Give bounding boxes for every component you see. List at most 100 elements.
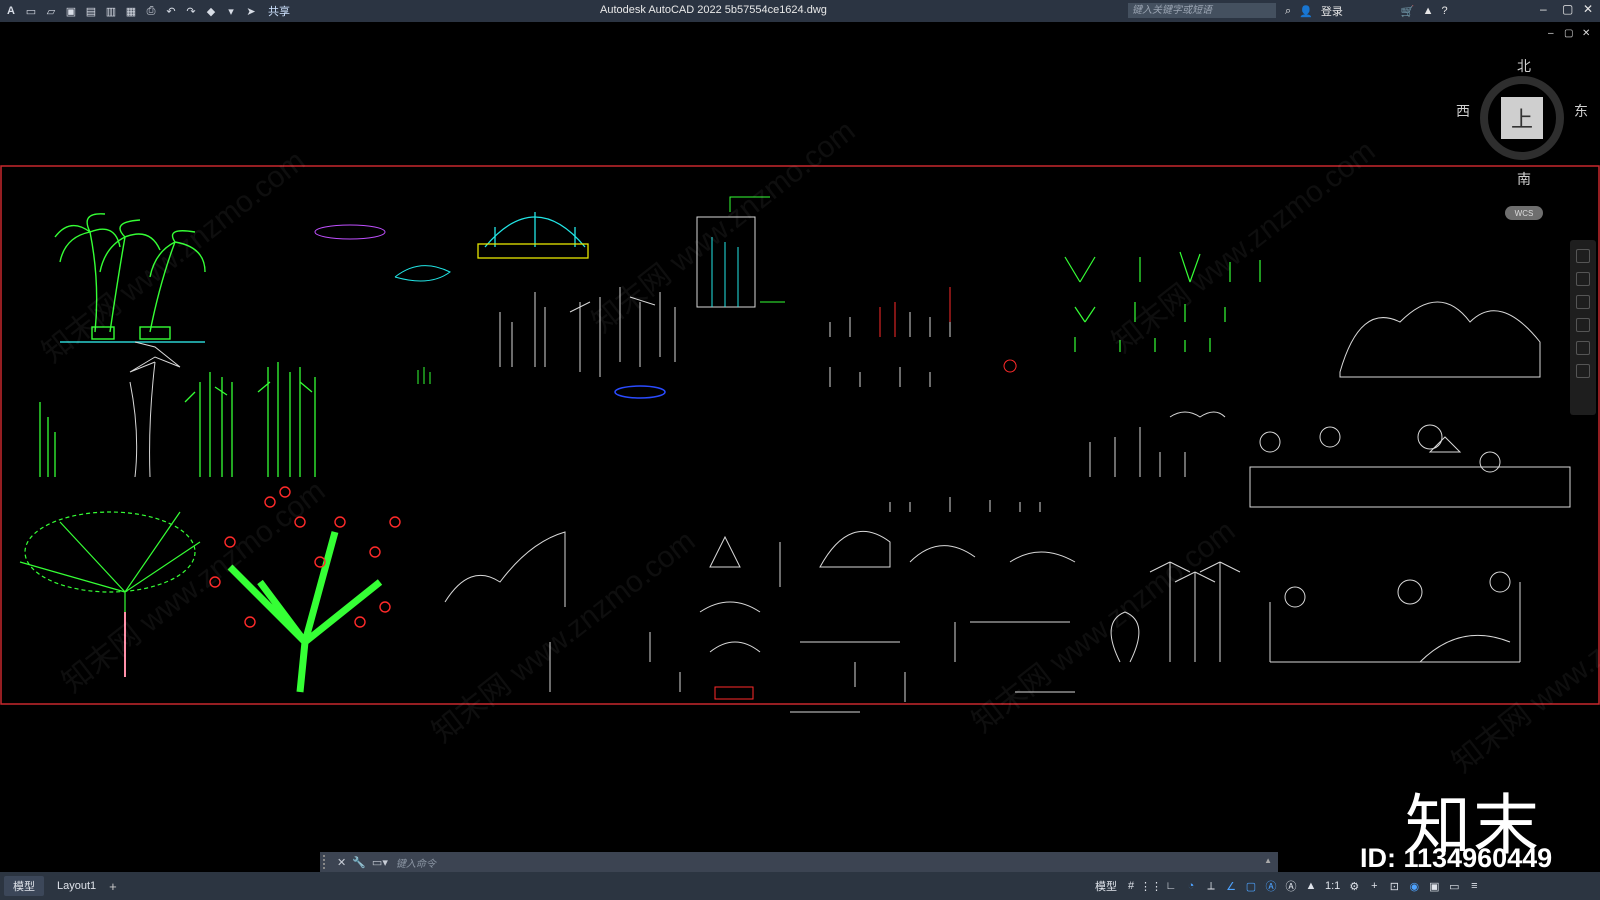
- cad-drawing: [0, 165, 1600, 713]
- window-title: Autodesk AutoCAD 2022 5b57554ce1624.dwg: [600, 4, 827, 16]
- purple-shrub: [314, 224, 386, 240]
- compass-north[interactable]: 北: [1517, 56, 1531, 76]
- palm-elevation-white: [1110, 561, 1241, 663]
- grid-icon[interactable]: #: [1125, 880, 1137, 892]
- landscape-elevation-2: [1249, 424, 1571, 508]
- object-snap-tracking-icon[interactable]: ∠: [1225, 880, 1237, 893]
- user-icon[interactable]: 👤: [1299, 5, 1313, 18]
- polar-tracking-icon[interactable]: ◔: [1185, 880, 1197, 892]
- maximize-icon[interactable]: ▢: [1562, 2, 1573, 16]
- print-icon[interactable]: ⎙: [144, 4, 158, 18]
- command-line: ✕ 🔧 ▭▾ 键入命令 ▲: [320, 852, 1278, 872]
- clean-screen-icon[interactable]: ▭: [1448, 880, 1460, 893]
- close-command-icon[interactable]: ✕: [337, 856, 346, 869]
- status-toggles: 模型 # ⋮⋮ ∟ ◔ ⟂ ∠ ▢ Ⓐ Ⓐ ▲ 1:1 ⚙ + ⊡ ◉ ▣ ▭ …: [1095, 878, 1480, 894]
- ortho-icon[interactable]: ∟: [1165, 880, 1177, 892]
- zoom-icon[interactable]: [1576, 295, 1590, 309]
- share-button[interactable]: 共享: [268, 3, 290, 19]
- hardware-acceleration-icon[interactable]: ▣: [1428, 880, 1440, 893]
- search-input[interactable]: 键入关键字或短语: [1128, 3, 1276, 18]
- save-web-icon[interactable]: ▦: [124, 4, 138, 18]
- annotation-scale-icon[interactable]: ▲: [1305, 880, 1317, 892]
- workspace-gear-icon[interactable]: ⚙: [1348, 880, 1360, 893]
- landscape-elevation-1: [1339, 301, 1541, 378]
- green-potted-plants: [1064, 251, 1261, 352]
- red-potted-plants: [879, 287, 1017, 373]
- pan-icon[interactable]: [1576, 272, 1590, 286]
- snap-icon[interactable]: ⋮⋮: [1140, 880, 1162, 893]
- steering-wheel-icon[interactable]: [1576, 249, 1590, 263]
- bamboo-white: [499, 287, 676, 377]
- title-bar: A ▭ ▱ ▣ ▤ ▥ ▦ ⎙ ↶ ↷ ◆ ▾ ➤ 共享 Autodesk Au…: [0, 0, 1600, 22]
- wcs-menu[interactable]: WCS: [1505, 206, 1543, 220]
- redo-icon[interactable]: ↷: [184, 4, 198, 18]
- bamboo-group: [39, 362, 316, 477]
- tree-red-blossom: [209, 486, 401, 693]
- navigation-bar: [1570, 240, 1596, 415]
- tree-green-pink: [19, 511, 201, 677]
- customize-wrench-icon[interactable]: 🔧: [352, 856, 366, 869]
- auto-scale-icon[interactable]: Ⓐ: [1285, 880, 1297, 893]
- undo-icon[interactable]: ↶: [164, 4, 178, 18]
- crosshair-icon[interactable]: +: [1368, 880, 1380, 892]
- viewport-minimize-icon[interactable]: –: [1548, 28, 1554, 39]
- white-potted-plants: [829, 312, 951, 387]
- status-bar: 模型 Layout1 + 模型 # ⋮⋮ ∟ ◔ ⟂ ∠ ▢ Ⓐ Ⓐ ▲ 1:1…: [0, 872, 1600, 900]
- compass-west[interactable]: 西: [1456, 101, 1470, 121]
- small-trees-row: [889, 411, 1226, 512]
- search-icon[interactable]: ⌕: [1285, 5, 1291, 18]
- cart-icon[interactable]: 🛒: [1401, 5, 1415, 18]
- autocad-logo-icon[interactable]: A: [4, 4, 18, 18]
- palm-tree-group: [54, 213, 206, 343]
- workspace-icon[interactable]: ◆: [204, 4, 218, 18]
- cyan-rock: [394, 265, 451, 282]
- new-file-icon[interactable]: ▭: [24, 4, 38, 18]
- save-as-icon[interactable]: ▤: [84, 4, 98, 18]
- save-icon[interactable]: ▣: [64, 4, 78, 18]
- small-green-plant: [417, 367, 431, 384]
- tab-model[interactable]: 模型: [4, 876, 44, 896]
- quick-access-toolbar: A ▭ ▱ ▣ ▤ ▥ ▦ ⎙ ↶ ↷ ◆ ▾ ➤ 共享: [0, 3, 290, 19]
- titlebar-right-tools: ⌕ 👤 登录 🛒 ▲ ?: [1285, 3, 1448, 19]
- open-folder-icon[interactable]: ▱: [44, 4, 58, 18]
- drawing-frame: [0, 165, 1600, 705]
- command-history-chevron-icon[interactable]: ▲: [1264, 856, 1272, 865]
- isodraft-icon[interactable]: ⟂: [1205, 880, 1217, 892]
- palm-white: [129, 341, 181, 478]
- tab-layout1[interactable]: Layout1: [48, 878, 105, 894]
- share-icon[interactable]: ➤: [244, 4, 258, 18]
- customization-menu-icon[interactable]: ≡: [1468, 880, 1480, 892]
- viewport-restore-icon[interactable]: ▢: [1564, 28, 1573, 39]
- isolate-objects-icon[interactable]: ◉: [1408, 880, 1420, 893]
- help-icon[interactable]: ?: [1441, 5, 1447, 17]
- command-input[interactable]: 键入命令: [396, 855, 436, 870]
- compass-south[interactable]: 南: [1517, 169, 1531, 189]
- annotation-scale-value[interactable]: 1:1: [1325, 880, 1340, 892]
- navbar-menu-icon[interactable]: [1576, 364, 1590, 378]
- brand-id: ID: 1134960449: [1360, 843, 1553, 873]
- object-snap-icon[interactable]: ▢: [1245, 880, 1257, 893]
- open-web-icon[interactable]: ▥: [104, 4, 118, 18]
- model-space-toggle[interactable]: 模型: [1095, 878, 1117, 894]
- units-icon[interactable]: ⊡: [1388, 880, 1400, 893]
- annotation-visibility-icon[interactable]: Ⓐ: [1265, 880, 1277, 893]
- login-button[interactable]: 登录: [1321, 3, 1343, 19]
- minimize-icon[interactable]: –: [1540, 2, 1547, 16]
- cyan-tree-panel: [696, 196, 785, 308]
- command-line-grip[interactable]: [323, 855, 331, 869]
- viewcube-top-face[interactable]: 上: [1501, 97, 1543, 139]
- model-space-canvas[interactable]: 知末网 www.znzmo.com 知末网 www.znzmo.com 知末网 …: [0, 22, 1600, 872]
- landscape-elevation-3: [1269, 571, 1521, 663]
- orbit-icon[interactable]: [1576, 318, 1590, 332]
- rockery-elevations: [444, 531, 1076, 713]
- dropdown-chevron-icon[interactable]: ▾: [224, 4, 238, 18]
- blue-shrub: [614, 385, 666, 399]
- showmotion-icon[interactable]: [1576, 341, 1590, 355]
- add-layout-icon[interactable]: +: [109, 879, 117, 894]
- viewport-close-icon[interactable]: ✕: [1582, 28, 1590, 39]
- autodesk-apps-icon[interactable]: ▲: [1423, 5, 1434, 17]
- command-prompt-icon[interactable]: ▭▾: [372, 856, 388, 869]
- compass-east[interactable]: 东: [1574, 101, 1588, 121]
- close-icon[interactable]: ✕: [1583, 2, 1593, 16]
- viewcube[interactable]: 上 北 南 东 西 WCS: [1456, 56, 1592, 226]
